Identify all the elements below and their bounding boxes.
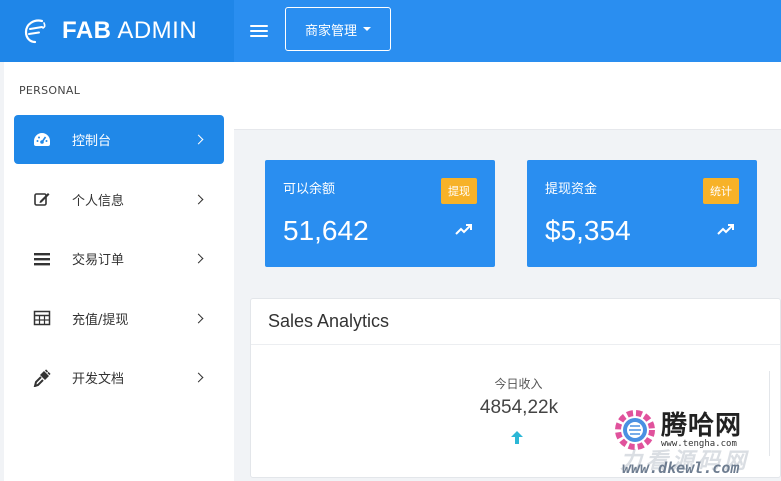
edit-icon: [32, 189, 52, 209]
merchant-label: 商家管理: [304, 23, 357, 39]
sidebar-nav: 控制台 个人信息 交易订单 充值/提现 开发文档: [14, 115, 224, 413]
sidebar-item-label: 交易订单: [72, 253, 125, 268]
brand[interactable]: FAB ADMIN: [0, 0, 234, 62]
merchant-dropdown-button[interactable]: 商家管理: [285, 7, 391, 51]
today-income-label: 今日收入: [494, 377, 543, 391]
sidebar-item-docs[interactable]: 开发文档: [14, 353, 224, 402]
hamburger-icon[interactable]: [250, 22, 268, 40]
brand-bold: FAB: [62, 17, 112, 44]
watermark-url-small: www.tengha.com: [661, 439, 737, 449]
card-title: 可以余额: [283, 182, 336, 197]
today-income-value: 4854,22k: [479, 397, 559, 418]
sidebar-item-orders[interactable]: 交易订单: [14, 234, 224, 283]
panel-title: Sales Analytics: [251, 299, 780, 345]
withdraw-badge[interactable]: 提现: [441, 178, 477, 204]
chevron-right-icon: [193, 194, 204, 204]
chevron-right-icon: [193, 372, 204, 383]
watermark: 力看源码网 腾哈网 www.tengha.com www.dkewl.com: [612, 405, 781, 481]
watermark-title: 腾哈网: [661, 411, 743, 441]
chevron-right-icon: [193, 313, 204, 323]
trending-up-icon: [717, 224, 734, 235]
arrow-up-icon: [511, 431, 523, 444]
sidebar: PERSONAL 控制台 个人信息 交易订单 充值/提现 开发文档: [4, 62, 234, 481]
sidebar-item-recharge[interactable]: 充值/提现: [14, 294, 224, 343]
trending-up-icon: [455, 224, 472, 235]
brand-light: ADMIN: [117, 17, 198, 44]
card-value: $5,354: [545, 215, 631, 246]
sidebar-item-label: 开发文档: [72, 372, 125, 387]
page-header-bar: [234, 62, 781, 130]
list-icon: [32, 249, 52, 269]
sidebar-item-profile[interactable]: 个人信息: [14, 175, 224, 224]
brand-text: FAB ADMIN: [62, 17, 197, 45]
sidebar-section-title: PERSONAL: [19, 84, 81, 97]
watermark-url-big: www.dkewl.com: [622, 459, 740, 477]
sidebar-item-label: 充值/提现: [72, 312, 129, 328]
balance-card: 可以余额 提现 51,642: [265, 160, 495, 267]
plug-icon: [32, 368, 52, 388]
chevron-right-icon: [193, 134, 204, 145]
sidebar-item-label: 个人信息: [72, 193, 125, 209]
table-icon: [32, 308, 52, 328]
brand-logo-icon: [24, 19, 46, 44]
caret-down-icon: [363, 27, 371, 31]
sidebar-item-label: 控制台: [72, 134, 112, 149]
chevron-right-icon: [193, 253, 204, 264]
card-title: 提现资金: [545, 182, 598, 197]
card-value: 51,642: [283, 215, 369, 246]
sidebar-item-dashboard[interactable]: 控制台: [14, 115, 224, 164]
stats-badge[interactable]: 统计: [703, 178, 739, 204]
withdrawn-funds-card: 提现资金 统计 $5,354: [527, 160, 757, 267]
dashboard-icon: [32, 130, 52, 150]
